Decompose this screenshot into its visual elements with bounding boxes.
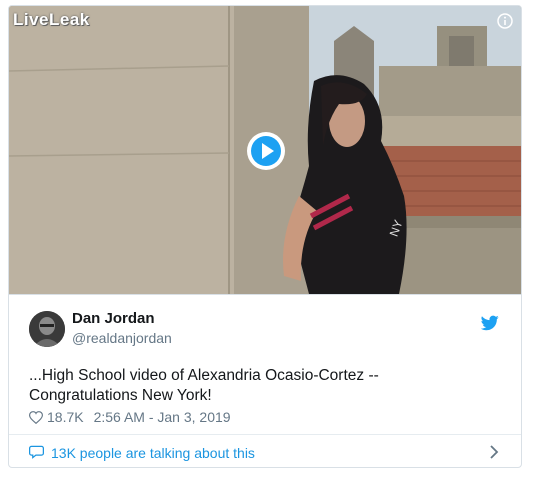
info-icon[interactable] bbox=[497, 13, 513, 29]
avatar[interactable] bbox=[29, 311, 65, 347]
video-thumbnail[interactable]: NY LiveLeak bbox=[9, 6, 521, 294]
tweet-timestamp[interactable]: 2:56 AM - Jan 3, 2019 bbox=[94, 409, 231, 425]
heart-icon[interactable] bbox=[29, 410, 43, 424]
tweet-text-line: Congratulations New York! bbox=[29, 387, 212, 404]
conversation-link[interactable]: 13K people are talking about this bbox=[9, 435, 521, 467]
chevron-right-icon bbox=[490, 445, 499, 459]
speech-bubble-icon bbox=[29, 445, 44, 459]
conversation-label: 13K people are talking about this bbox=[51, 445, 255, 461]
like-count[interactable]: 18.7K bbox=[47, 409, 84, 425]
tweet-body: Dan Jordan @realdanjordan ...High School… bbox=[9, 294, 521, 467]
divider bbox=[9, 294, 521, 295]
tweet-text-line: ...High School video of Alexandria Ocasi… bbox=[29, 367, 379, 384]
liveleak-watermark: LiveLeak bbox=[13, 10, 90, 29]
twitter-bird-icon[interactable] bbox=[481, 315, 499, 331]
author-handle[interactable]: @realdanjordan bbox=[72, 330, 172, 346]
embedded-tweet-card: NY LiveLeak Dan Jordan @realdanjordan ..… bbox=[8, 5, 522, 468]
play-icon[interactable] bbox=[246, 131, 286, 171]
author-name[interactable]: Dan Jordan bbox=[72, 310, 155, 327]
tweet-text: ...High School video of Alexandria Ocasi… bbox=[29, 366, 499, 406]
tweet-meta: 18.7K 2:56 AM - Jan 3, 2019 bbox=[29, 409, 231, 425]
avatar-image bbox=[29, 311, 65, 347]
